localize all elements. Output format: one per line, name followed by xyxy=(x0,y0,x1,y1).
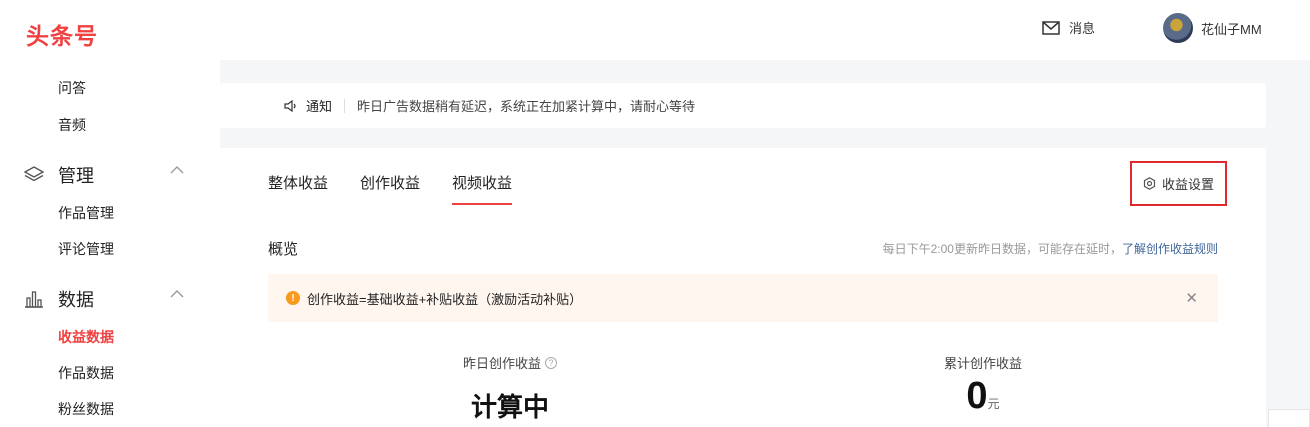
revenue-rules-link[interactable]: 了解创作收益规则 xyxy=(1122,242,1218,256)
revenue-card: 整体收益 创作收益 视频收益 收益设置 概览 每日下午2:00更新昨日数据，可能… xyxy=(220,148,1266,427)
stat-value: 计算中 xyxy=(470,392,549,422)
avatar xyxy=(1163,13,1193,43)
sidebar-item-revenue-data[interactable]: 收益数据 xyxy=(58,327,114,347)
settings-icon xyxy=(1143,177,1156,190)
messages-link[interactable]: 消息 xyxy=(1042,18,1095,37)
stat-value: 0元 xyxy=(966,375,1000,417)
layers-icon xyxy=(24,165,44,185)
overview-title: 概览 xyxy=(268,241,299,258)
update-info: 每日下午2:00更新昨日数据，可能存在延时，了解创作收益规则 xyxy=(882,242,1218,256)
mail-icon xyxy=(1042,20,1060,35)
stat-yesterday: 昨日创作收益 ? 计算中 xyxy=(410,353,610,424)
sidebar-item-qa[interactable]: 问答 xyxy=(58,78,86,98)
alert-text: 创作收益=基础收益+补贴收益（激励活动补贴） xyxy=(307,291,583,307)
chevron-up-icon xyxy=(170,166,184,174)
sidebar-group-manage[interactable]: 管理 xyxy=(24,162,184,188)
username: 花仙子MM xyxy=(1201,21,1262,37)
page-scrollbar[interactable] xyxy=(1301,60,1310,427)
user-menu[interactable]: 花仙子MM xyxy=(1163,13,1262,43)
sidebar-item-comments-manage[interactable]: 评论管理 xyxy=(58,239,114,259)
messages-label: 消息 xyxy=(1069,21,1096,36)
notice-title: 通知 xyxy=(284,96,332,115)
stat-label: 昨日创作收益 ? xyxy=(463,353,557,372)
tab-creation-revenue[interactable]: 创作收益 xyxy=(360,172,420,205)
top-header: 头条号 消息 花仙子MM xyxy=(0,0,1310,60)
stat-total: 累计创作收益 0元 xyxy=(883,353,1083,418)
sidebar-group-label: 数据 xyxy=(58,290,94,310)
revenue-tabs: 整体收益 创作收益 视频收益 xyxy=(268,172,544,205)
sidebar-item-fans-data[interactable]: 粉丝数据 xyxy=(58,399,114,419)
formula-alert: ! 创作收益=基础收益+补贴收益（激励活动补贴） ✕ xyxy=(268,274,1218,322)
sidebar-group-data[interactable]: 数据 xyxy=(24,286,184,312)
floating-widget[interactable] xyxy=(1268,409,1310,427)
stat-unit: 元 xyxy=(987,397,1000,411)
settings-label: 收益设置 xyxy=(1161,177,1214,192)
warning-icon: ! xyxy=(286,291,300,305)
speaker-icon xyxy=(284,99,296,112)
app-logo[interactable]: 头条号 xyxy=(26,17,98,51)
revenue-settings-button[interactable]: 收益设置 xyxy=(1130,161,1227,206)
tab-video-revenue[interactable]: 视频收益 xyxy=(452,172,513,205)
stat-label: 累计创作收益 xyxy=(943,356,1022,371)
tab-overall-revenue[interactable]: 整体收益 xyxy=(268,172,328,205)
notice-text: 昨日广告数据稍有延迟，系统正在加紧计算中，请耐心等待 xyxy=(357,99,696,114)
help-icon[interactable]: ? xyxy=(545,356,557,369)
sidebar: 问答 音频 管理 作品管理 评论管理 数据 收益数据 作品数据 粉丝数据 xyxy=(0,60,220,427)
close-icon[interactable]: ✕ xyxy=(1185,289,1198,307)
chevron-up-icon xyxy=(170,290,184,298)
sidebar-item-works-data[interactable]: 作品数据 xyxy=(58,363,114,383)
divider xyxy=(344,98,346,113)
sidebar-item-audio[interactable]: 音频 xyxy=(58,115,86,135)
notice-bar: 通知 昨日广告数据稍有延迟，系统正在加紧计算中，请耐心等待 xyxy=(220,83,1266,128)
sidebar-item-works-manage[interactable]: 作品管理 xyxy=(58,203,114,223)
bar-chart-icon xyxy=(24,289,44,309)
sidebar-group-label: 管理 xyxy=(58,166,94,186)
